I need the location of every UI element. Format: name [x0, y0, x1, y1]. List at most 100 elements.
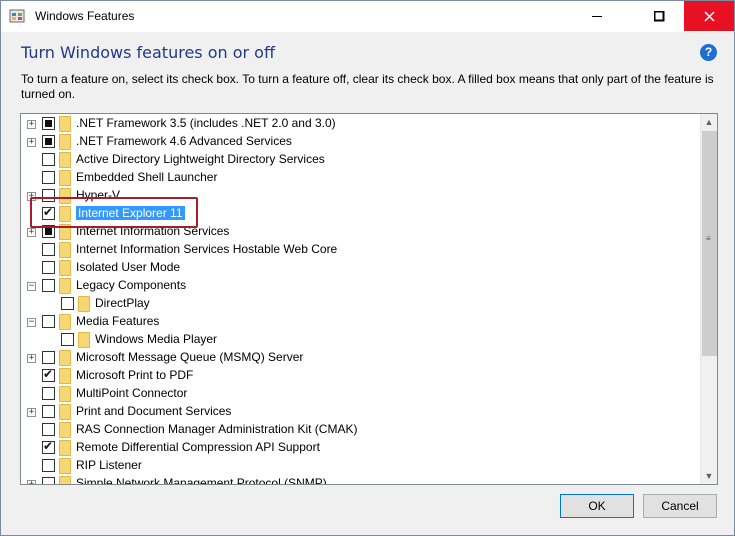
feature-checkbox[interactable]: ✔ — [42, 367, 55, 382]
feature-checkbox[interactable] — [61, 297, 74, 310]
feature-checkbox[interactable] — [42, 243, 55, 256]
feature-label[interactable]: RIP Listener — [76, 458, 142, 472]
feature-label[interactable]: Embedded Shell Launcher — [76, 170, 217, 184]
cancel-button[interactable]: Cancel — [643, 494, 717, 518]
instructions-text: To turn a feature on, select its check b… — [21, 72, 714, 101]
expand-icon[interactable]: + — [27, 408, 36, 417]
folder-icon — [78, 296, 90, 312]
folder-icon — [59, 350, 71, 366]
feature-checkbox[interactable] — [42, 477, 55, 484]
scroll-up-arrow-icon[interactable]: ▲ — [701, 114, 717, 130]
feature-checkbox[interactable] — [42, 387, 55, 400]
feature-label[interactable]: Media Features — [76, 314, 159, 328]
feature-checkbox[interactable] — [42, 459, 55, 472]
folder-icon — [59, 314, 71, 330]
feature-row[interactable]: Windows Media Player — [21, 331, 701, 349]
feature-checkbox[interactable] — [42, 135, 55, 148]
feature-row[interactable]: + .NET Framework 4.6 Advanced Services — [21, 133, 701, 151]
folder-icon — [59, 368, 71, 384]
folder-icon — [59, 422, 71, 438]
feature-row[interactable]: ✔ Remote Differential Compression API Sup… — [21, 439, 701, 457]
feature-row[interactable]: Embedded Shell Launcher — [21, 169, 701, 187]
feature-label[interactable]: DirectPlay — [95, 296, 150, 310]
windows-features-dialog: Windows Features Turn Windows features o… — [0, 0, 735, 536]
feature-row[interactable]: + Microsoft Message Queue (MSMQ) Server — [21, 349, 701, 367]
feature-checkbox[interactable] — [42, 315, 55, 328]
scrollbar-thumb[interactable]: ≡ — [702, 131, 717, 356]
folder-icon — [59, 404, 71, 420]
feature-checkbox[interactable] — [61, 333, 74, 346]
feature-checkbox[interactable] — [42, 153, 55, 166]
feature-row[interactable]: MultiPoint Connector — [21, 385, 701, 403]
minimize-button[interactable] — [574, 1, 620, 31]
feature-row[interactable]: + Print and Document Services — [21, 403, 701, 421]
collapse-icon[interactable]: − — [27, 318, 36, 327]
feature-checkbox[interactable] — [42, 261, 55, 274]
feature-label[interactable]: .NET Framework 3.5 (includes .NET 2.0 an… — [76, 116, 336, 130]
feature-label[interactable]: Internet Information Services Hostable W… — [76, 242, 337, 256]
expand-icon[interactable]: + — [27, 480, 36, 484]
feature-label[interactable]: Microsoft Message Queue (MSMQ) Server — [76, 350, 303, 364]
maximize-icon — [653, 10, 664, 21]
folder-icon — [59, 116, 71, 132]
feature-row[interactable]: Internet Information Services Hostable W… — [21, 241, 701, 259]
scroll-down-arrow-icon[interactable]: ▼ — [701, 468, 717, 484]
feature-checkbox[interactable] — [42, 117, 55, 130]
close-button[interactable] — [684, 1, 734, 31]
feature-row[interactable]: Active Directory Lightweight Directory S… — [21, 151, 701, 169]
feature-label[interactable]: MultiPoint Connector — [76, 386, 187, 400]
feature-checkbox[interactable] — [42, 405, 55, 418]
feature-label[interactable]: .NET Framework 4.6 Advanced Services — [76, 134, 292, 148]
feature-label[interactable]: RAS Connection Manager Administration Ki… — [76, 422, 357, 436]
feature-row[interactable]: RIP Listener — [21, 457, 701, 475]
help-icon[interactable]: ? — [700, 44, 717, 61]
expand-icon[interactable]: + — [27, 120, 36, 129]
folder-icon — [59, 170, 71, 186]
folder-icon — [59, 278, 71, 294]
feature-row[interactable]: ✔ Microsoft Print to PDF — [21, 367, 701, 385]
folder-icon — [59, 440, 71, 456]
folder-icon — [78, 332, 90, 348]
window-title: Windows Features — [35, 9, 135, 23]
feature-row[interactable]: + Simple Network Management Protocol (SNM… — [21, 475, 701, 484]
scrollbar-grip-icon: ≡ — [706, 234, 711, 243]
feature-label[interactable]: Remote Differential Compression API Supp… — [76, 440, 320, 454]
expand-icon[interactable]: + — [27, 228, 36, 237]
feature-label[interactable]: Print and Document Services — [76, 404, 231, 418]
feature-label[interactable]: Windows Media Player — [95, 332, 217, 346]
folder-icon — [59, 134, 71, 150]
feature-row[interactable]: − Legacy Components — [21, 277, 701, 295]
folder-icon — [59, 152, 71, 168]
feature-checkbox[interactable] — [42, 423, 55, 436]
expand-icon[interactable]: + — [27, 354, 36, 363]
feature-label[interactable]: Microsoft Print to PDF — [76, 368, 193, 382]
feature-label[interactable]: Legacy Components — [76, 278, 186, 292]
folder-icon — [59, 458, 71, 474]
checkmark-icon: ✔ — [43, 367, 54, 381]
maximize-button[interactable] — [636, 1, 682, 31]
windows-features-app-icon — [9, 9, 25, 23]
feature-row[interactable]: Isolated User Mode — [21, 259, 701, 277]
feature-checkbox[interactable]: ✔ — [42, 439, 55, 454]
feature-checkbox[interactable] — [42, 279, 55, 292]
page-title: Turn Windows features on or off — [21, 43, 275, 62]
feature-row[interactable]: − Media Features — [21, 313, 701, 331]
feature-checkbox[interactable] — [42, 171, 55, 184]
feature-row[interactable]: + .NET Framework 3.5 (includes .NET 2.0 a… — [21, 115, 701, 133]
feature-label[interactable]: Isolated User Mode — [76, 260, 180, 274]
expand-icon[interactable]: + — [27, 138, 36, 147]
folder-icon — [59, 386, 71, 402]
minimize-icon — [591, 15, 602, 17]
feature-checkbox[interactable] — [42, 351, 55, 364]
feature-label[interactable]: Simple Network Management Protocol (SNMP… — [76, 476, 327, 484]
checkmark-icon: ✔ — [43, 439, 54, 453]
vertical-scrollbar[interactable]: ▲ ≡ ▼ — [700, 114, 717, 484]
folder-icon — [59, 476, 71, 484]
feature-row[interactable]: RAS Connection Manager Administration Ki… — [21, 421, 701, 439]
collapse-icon[interactable]: − — [27, 282, 36, 291]
title-bar[interactable]: Windows Features — [1, 1, 734, 32]
feature-row[interactable]: DirectPlay — [21, 295, 701, 313]
ok-button[interactable]: OK — [560, 494, 634, 518]
features-tree[interactable]: + .NET Framework 3.5 (includes .NET 2.0 a… — [20, 113, 718, 485]
feature-label[interactable]: Active Directory Lightweight Directory S… — [76, 152, 325, 166]
